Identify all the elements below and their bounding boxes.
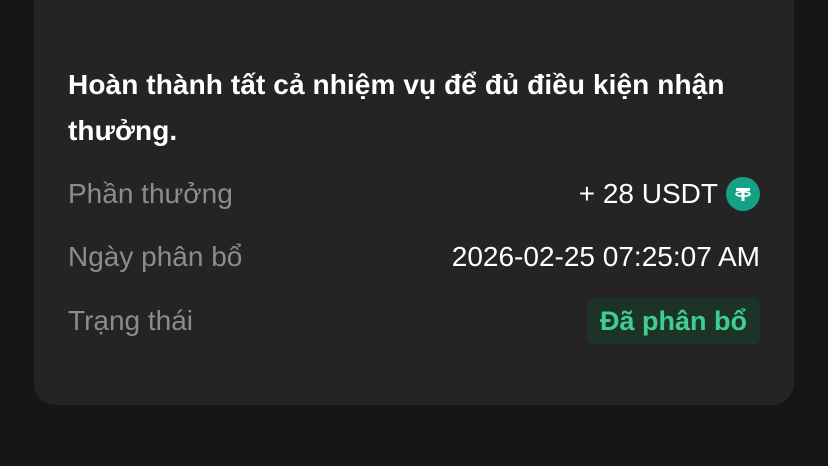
allocation-date-value: 2026-02-25 07:25:07 AM <box>451 241 760 272</box>
usdt-icon <box>726 177 760 211</box>
status-row: Trạng thái Đã phân bổ <box>68 297 760 345</box>
task-description: Hoàn thành tất cả nhiệm vụ để đủ điều ki… <box>68 69 725 146</box>
status-label: Trạng thái <box>68 305 194 336</box>
reward-value-group: + 28 USDT <box>579 177 760 211</box>
reward-amount: + 28 USDT <box>578 178 718 209</box>
reward-row: Phần thưởng + 28 USDT <box>68 170 760 218</box>
allocation-date-label: Ngày phân bổ <box>68 241 243 272</box>
status-badge: Đã phân bổ <box>587 298 760 344</box>
reward-label: Phần thưởng <box>68 178 233 209</box>
allocation-date-row: Ngày phân bổ 2026-02-25 07:25:07 AM <box>68 233 760 281</box>
